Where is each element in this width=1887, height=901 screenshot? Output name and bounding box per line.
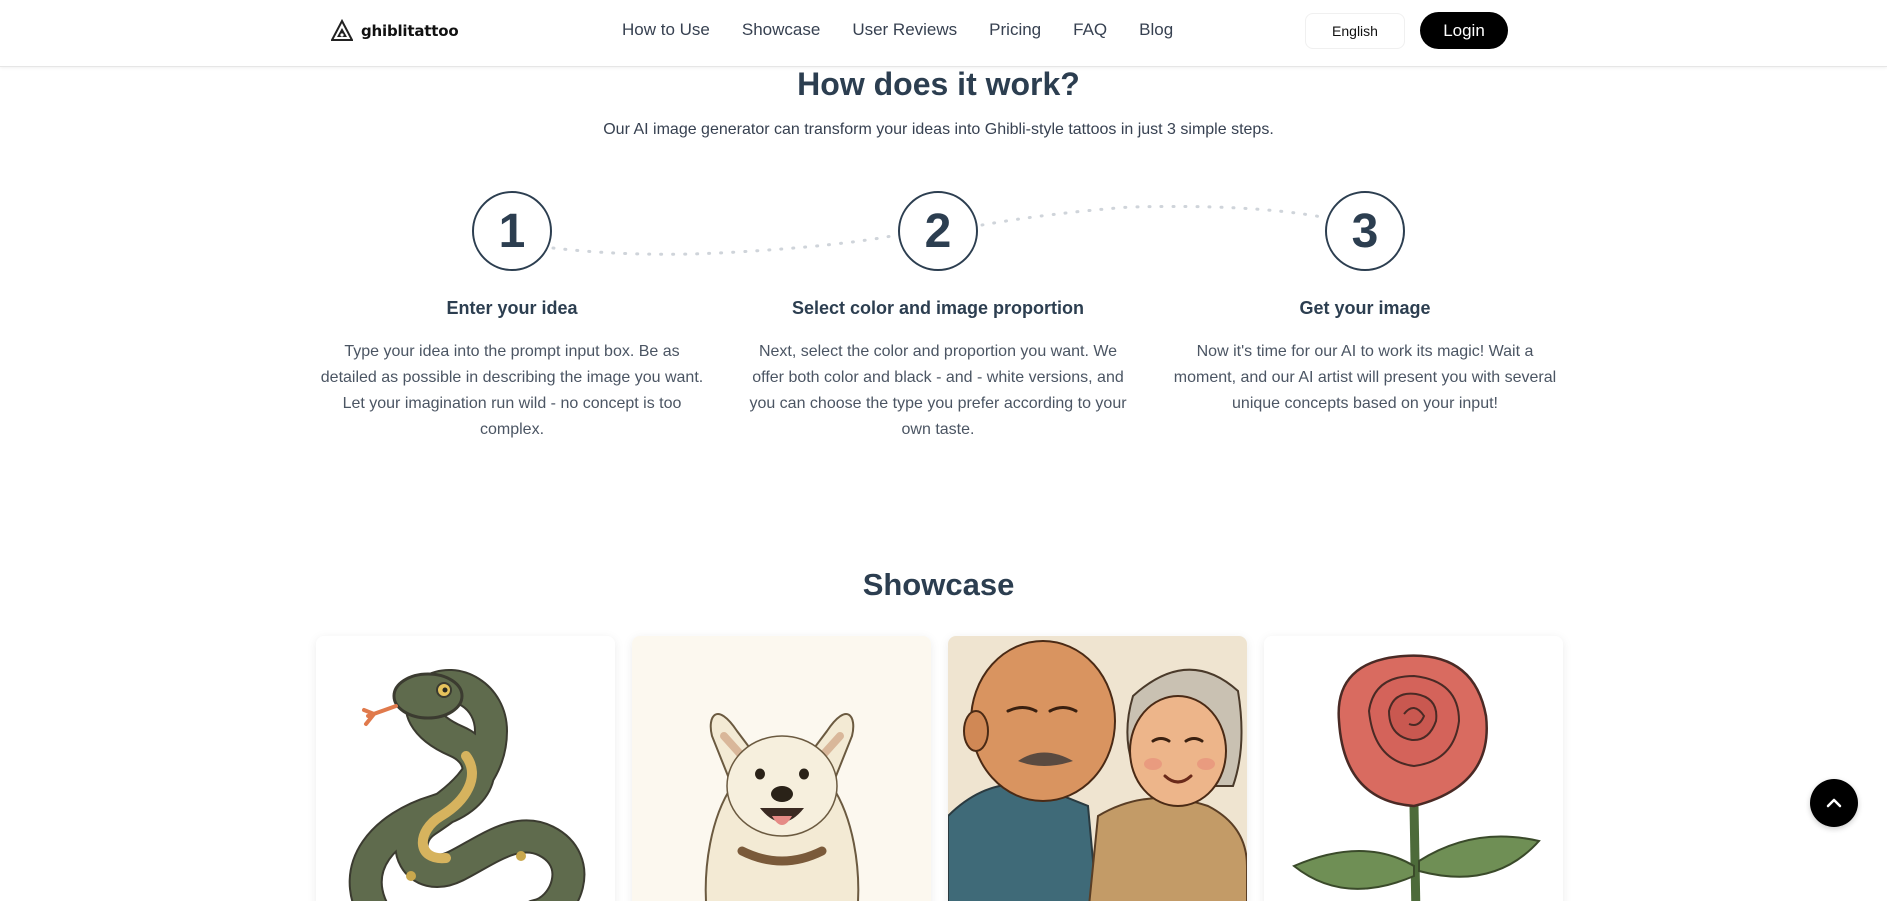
how-it-works-subtitle: Our AI image generator can transform you… xyxy=(603,121,1274,138)
nav-blog[interactable]: Blog xyxy=(1139,20,1173,40)
language-selector[interactable]: English xyxy=(1305,13,1405,49)
desc-line: moment, and our AI artist will present y… xyxy=(1173,369,1557,386)
showcase-card-dog[interactable] xyxy=(632,636,931,901)
login-button[interactable]: Login xyxy=(1420,12,1508,49)
nav-showcase[interactable]: Showcase xyxy=(742,20,820,40)
step-1-description: Type your idea into the prompt input box… xyxy=(317,339,707,443)
desc-line: Next, select the color and proportion yo… xyxy=(758,343,1118,360)
desc-line: Let your imagination run wild - no conce… xyxy=(342,395,682,412)
how-it-works-title: How does it work? xyxy=(797,66,1080,102)
scroll-to-top-button[interactable] xyxy=(1810,779,1858,827)
desc-line: complex. xyxy=(479,421,545,438)
desc-line: offer both color and black - and - white… xyxy=(752,369,1124,386)
red-rose-tattoo-image xyxy=(1264,636,1563,901)
elderly-couple-tattoo-image xyxy=(948,636,1247,901)
step-3-circle: 3 xyxy=(1325,191,1405,271)
nav-how-to-use[interactable]: How to Use xyxy=(622,20,710,40)
step-2-circle: 2 xyxy=(898,191,978,271)
desc-line: own taste. xyxy=(901,421,975,438)
showcase-card-rose[interactable] xyxy=(1264,636,1563,901)
desc-line: unique concepts based on your input! xyxy=(1232,395,1498,412)
nav-user-reviews[interactable]: User Reviews xyxy=(852,20,957,40)
nav-faq[interactable]: FAQ xyxy=(1073,20,1107,40)
step-3-title: Get your image xyxy=(1299,298,1431,318)
showcase-card-couple[interactable] xyxy=(948,636,1247,901)
desc-line: detailed as possible in describing the i… xyxy=(320,369,704,386)
triangle-logo-icon xyxy=(330,18,354,43)
step-1-title: Enter your idea xyxy=(446,298,578,318)
step-3-description: Now it's time for our AI to work its mag… xyxy=(1170,339,1560,417)
logo[interactable]: ghiblitattoo xyxy=(330,18,459,43)
snake-tattoo-image xyxy=(316,636,615,901)
site-header: ghiblitattoo How to Use Showcase User Re… xyxy=(0,0,1887,67)
desc-line: Now it's time for our AI to work its mag… xyxy=(1196,343,1534,360)
logo-text: ghiblitattoo xyxy=(361,22,459,40)
desc-line: Type your idea into the prompt input box… xyxy=(344,343,680,360)
showcase-card-snake[interactable] xyxy=(316,636,615,901)
chevron-up-icon xyxy=(1826,798,1842,808)
step-2-description: Next, select the color and proportion yo… xyxy=(743,339,1133,443)
desc-line: you can choose the type you prefer accor… xyxy=(749,395,1127,412)
main-nav: How to Use Showcase User Reviews Pricing… xyxy=(622,20,1205,40)
showcase-title: Showcase xyxy=(862,567,1015,602)
step-1-circle: 1 xyxy=(472,191,552,271)
step-2-title: Select color and image proportion xyxy=(791,298,1085,318)
samoyed-dog-tattoo-image xyxy=(632,636,931,901)
nav-pricing[interactable]: Pricing xyxy=(989,20,1041,40)
